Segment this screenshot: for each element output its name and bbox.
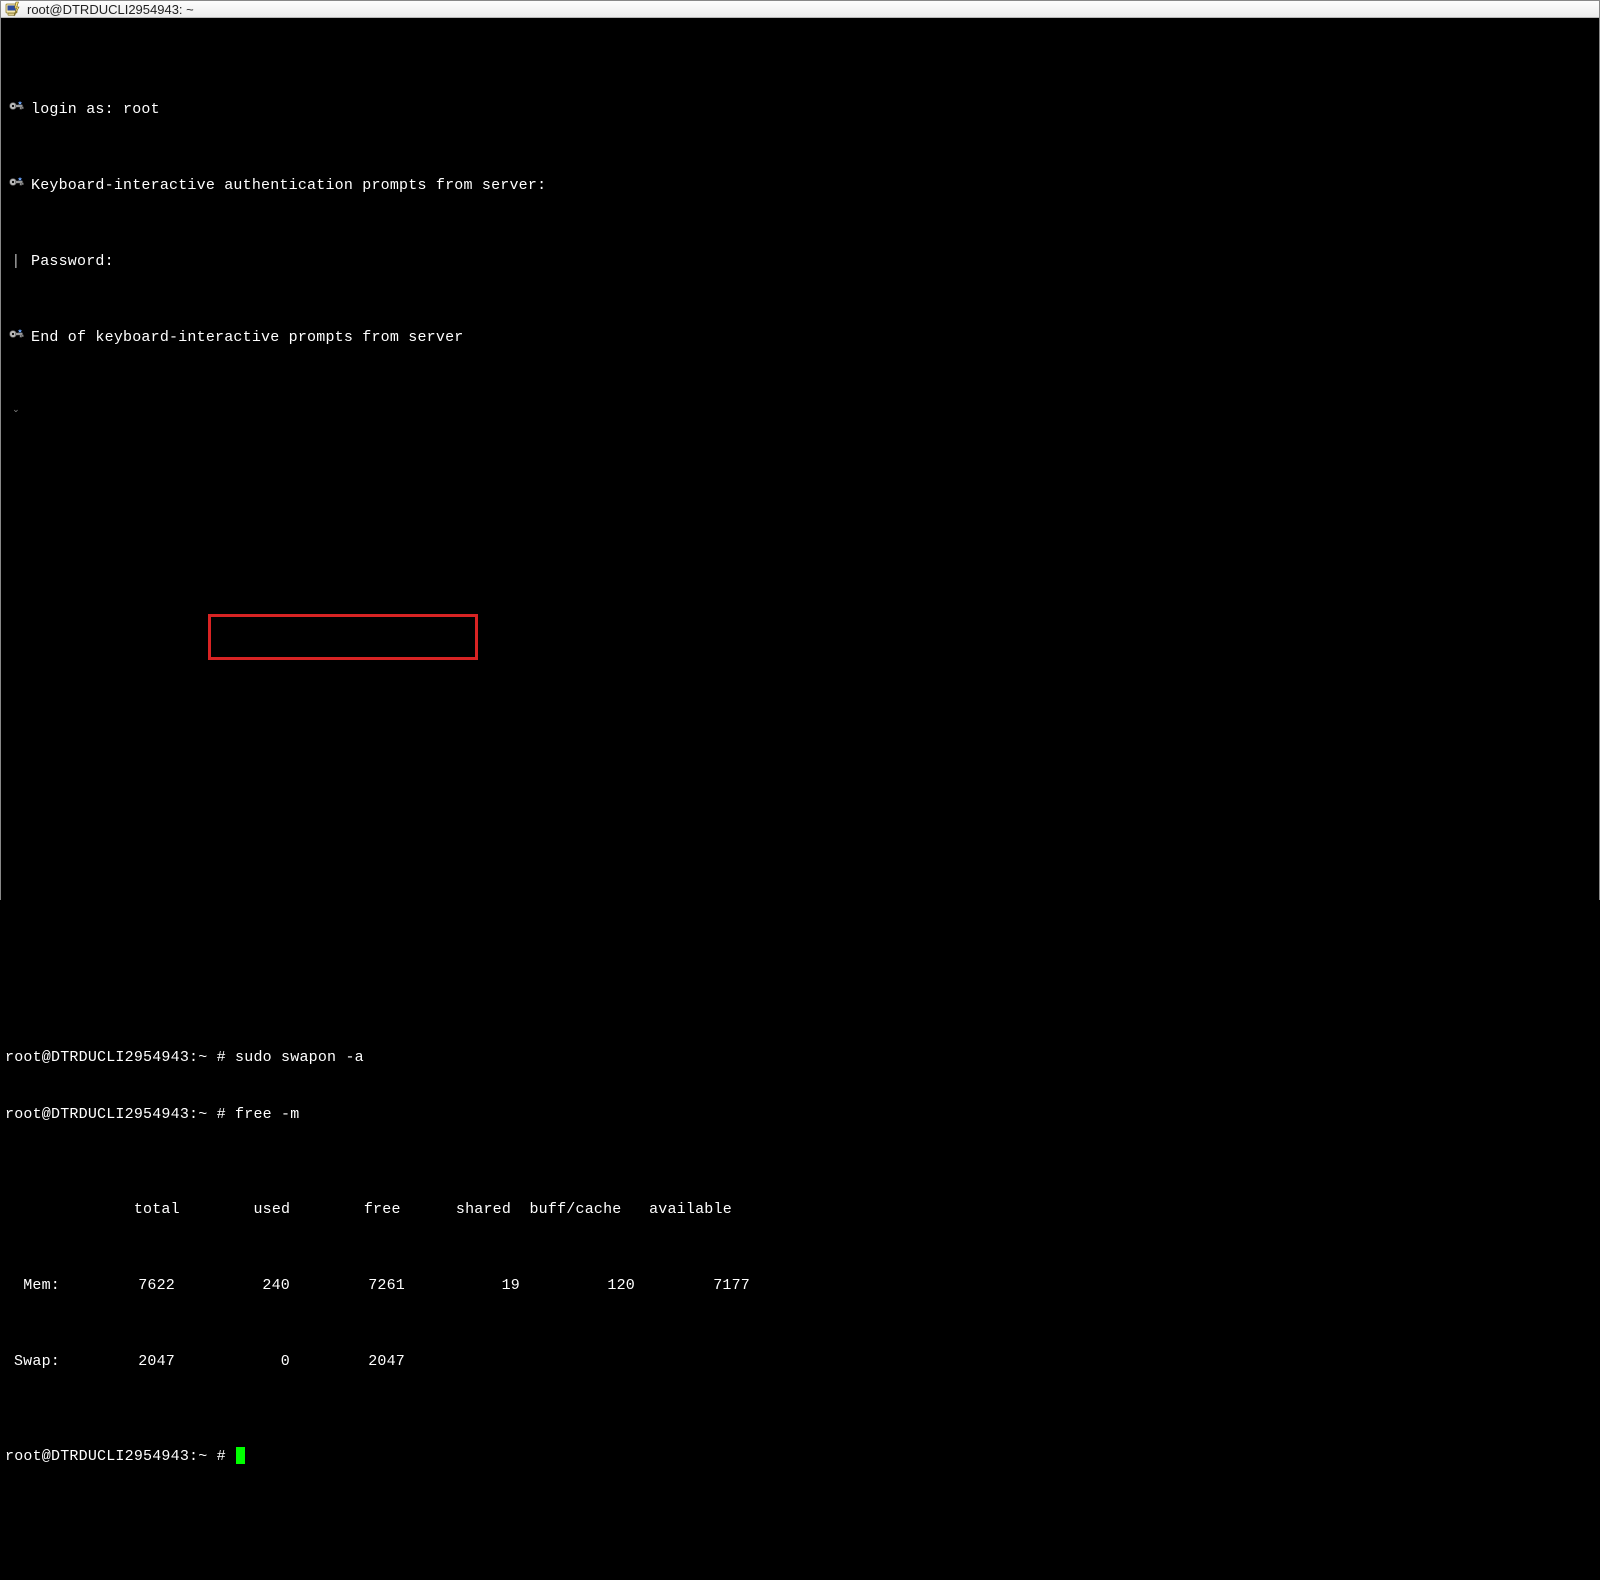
key-icon xyxy=(1,176,31,192)
swap-used: 0 xyxy=(175,1352,290,1371)
key-icon xyxy=(1,328,31,344)
mem-available: 7177 xyxy=(635,1276,750,1295)
row-label-swap: Swap: xyxy=(5,1352,60,1371)
free-mem-row: Mem:76222407261191207177 xyxy=(1,1276,1599,1295)
prompt: root@DTRDUCLI2954943:~ # xyxy=(5,1447,226,1466)
mem-shared: 19 xyxy=(405,1276,520,1295)
command-free: free -m xyxy=(235,1105,299,1124)
password-line: | Password: xyxy=(1,252,1599,271)
blank-space xyxy=(1,492,1599,972)
window-title: root@DTRDUCLI2954943: ~ xyxy=(27,2,194,17)
prompt: root@DTRDUCLI2954943:~ # xyxy=(5,1048,226,1067)
cmd-line-1: root@DTRDUCLI2954943:~ # sudo swapon -a xyxy=(1,1048,1599,1067)
free-headers: total used free shared buff/cache availa… xyxy=(5,1200,732,1219)
end-auth-line: End of keyboard-interactive prompts from… xyxy=(1,328,1599,347)
password-label: Password: xyxy=(31,252,114,271)
mem-total: 7622 xyxy=(60,1276,175,1295)
free-header-row: total used free shared buff/cache availa… xyxy=(1,1200,1599,1219)
tiny-caret-icon: ⌄ xyxy=(1,404,31,416)
kbd-auth-text: Keyboard-interactive authentication prom… xyxy=(31,176,546,195)
tiny-mark-line: ⌄ xyxy=(1,404,1599,416)
command-swapon: sudo swapon -a xyxy=(235,1048,364,1067)
swap-total: 2047 xyxy=(60,1352,175,1371)
swap-free: 2047 xyxy=(290,1352,405,1371)
end-auth-text: End of keyboard-interactive prompts from… xyxy=(31,328,463,347)
active-prompt-line[interactable]: root@DTRDUCLI2954943:~ # xyxy=(1,1447,1599,1466)
pipe-icon: | xyxy=(1,252,31,271)
terminal-area[interactable]: login as: root Keyboard-interactive auth… xyxy=(1,18,1599,1580)
key-icon xyxy=(1,100,31,116)
free-swap-row: Swap:204702047 xyxy=(1,1352,1599,1371)
prompt: root@DTRDUCLI2954943:~ # xyxy=(5,1105,226,1124)
login-as-text: login as: root xyxy=(31,100,160,119)
row-label-mem: Mem: xyxy=(5,1276,60,1295)
cmd-line-2: root@DTRDUCLI2954943:~ # free -m xyxy=(1,1105,1599,1124)
login-line: login as: root xyxy=(1,100,1599,119)
title-bar[interactable]: root@DTRDUCLI2954943: ~ xyxy=(1,1,1599,18)
mem-free: 7261 xyxy=(290,1276,405,1295)
putty-window: root@DTRDUCLI2954943: ~ login as: root xyxy=(0,0,1600,900)
auth-prompt-line: Keyboard-interactive authentication prom… xyxy=(1,176,1599,195)
cursor-block xyxy=(236,1447,245,1464)
mem-buffcache: 120 xyxy=(520,1276,635,1295)
mem-used: 240 xyxy=(175,1276,290,1295)
putty-icon xyxy=(5,1,21,17)
